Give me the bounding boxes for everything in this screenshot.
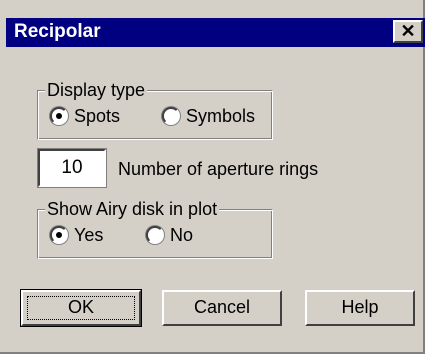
cancel-button-label: Cancel [193, 297, 251, 317]
radio-selected-dot [56, 232, 62, 238]
help-button[interactable]: Help [305, 290, 415, 326]
radio-yes-indicator[interactable] [50, 226, 68, 244]
radio-symbols-indicator[interactable] [162, 107, 180, 125]
cancel-button[interactable]: Cancel [162, 290, 282, 326]
radio-selected-dot [56, 113, 62, 119]
display-type-group: Display type Spots Symbols [37, 80, 273, 140]
display-type-legend: Display type [45, 80, 148, 100]
radio-spots-indicator[interactable] [50, 107, 68, 125]
airy-disk-group: Show Airy disk in plot Yes No [37, 199, 273, 259]
radio-yes[interactable]: Yes [50, 225, 103, 245]
close-icon: ✕ [400, 21, 416, 41]
radio-yes-label: Yes [74, 225, 104, 245]
radio-no[interactable]: No [146, 225, 193, 245]
radio-no-label: No [170, 225, 194, 245]
radio-symbols-label: Symbols [186, 106, 256, 126]
aperture-rings-input[interactable]: 10 [38, 149, 106, 187]
airy-disk-legend: Show Airy disk in plot [45, 199, 220, 219]
window-title: Recipolar [14, 21, 101, 42]
dialog-window: Recipolar ✕ Display type Spots Symbols 1… [0, 0, 425, 354]
radio-symbols[interactable]: Symbols [162, 106, 255, 126]
aperture-rings-label: Number of aperture rings [118, 159, 319, 179]
radio-spots[interactable]: Spots [50, 106, 120, 126]
radio-no-indicator[interactable] [146, 226, 164, 244]
help-button-label: Help [341, 297, 379, 317]
radio-spots-label: Spots [74, 106, 121, 126]
ok-button[interactable]: OK [20, 289, 142, 327]
close-button[interactable]: ✕ [393, 20, 423, 43]
title-bar[interactable]: Recipolar ✕ [6, 18, 425, 47]
focus-rect [27, 296, 135, 320]
